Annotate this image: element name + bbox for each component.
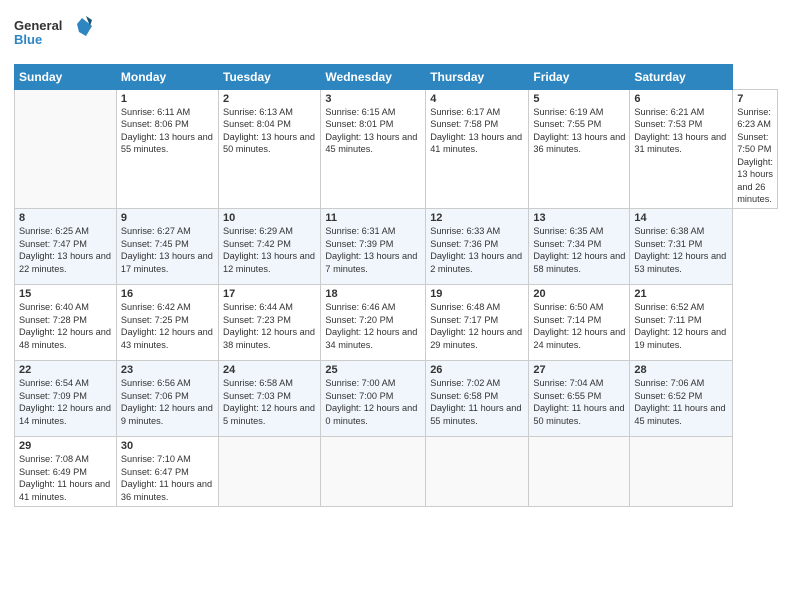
day-cell-17: 17Sunrise: 6:44 AMSunset: 7:23 PMDayligh… [219, 285, 321, 361]
calendar-header-row: SundayMondayTuesdayWednesdayThursdayFrid… [15, 65, 778, 90]
day-cell-30: 30Sunrise: 7:10 AMSunset: 6:47 PMDayligh… [116, 437, 218, 507]
day-cell-27: 27Sunrise: 7:04 AMSunset: 6:55 PMDayligh… [529, 361, 630, 437]
col-header-sunday: Sunday [15, 65, 117, 90]
col-header-monday: Monday [116, 65, 218, 90]
empty-cell [219, 437, 321, 507]
logo: General Blue [14, 14, 94, 56]
col-header-tuesday: Tuesday [219, 65, 321, 90]
day-cell-9: 9Sunrise: 6:27 AMSunset: 7:45 PMDaylight… [116, 209, 218, 285]
col-header-wednesday: Wednesday [321, 65, 426, 90]
logo-svg: General Blue [14, 14, 94, 56]
day-cell-2: 2Sunrise: 6:13 AMSunset: 8:04 PMDaylight… [219, 90, 321, 209]
day-cell-1: 1Sunrise: 6:11 AMSunset: 8:06 PMDaylight… [116, 90, 218, 209]
day-cell-21: 21Sunrise: 6:52 AMSunset: 7:11 PMDayligh… [630, 285, 733, 361]
empty-cell [15, 90, 117, 209]
empty-cell [321, 437, 426, 507]
day-cell-11: 11Sunrise: 6:31 AMSunset: 7:39 PMDayligh… [321, 209, 426, 285]
col-header-friday: Friday [529, 65, 630, 90]
day-cell-14: 14Sunrise: 6:38 AMSunset: 7:31 PMDayligh… [630, 209, 733, 285]
day-cell-18: 18Sunrise: 6:46 AMSunset: 7:20 PMDayligh… [321, 285, 426, 361]
day-cell-4: 4Sunrise: 6:17 AMSunset: 7:58 PMDaylight… [426, 90, 529, 209]
day-cell-20: 20Sunrise: 6:50 AMSunset: 7:14 PMDayligh… [529, 285, 630, 361]
day-cell-8: 8Sunrise: 6:25 AMSunset: 7:47 PMDaylight… [15, 209, 117, 285]
day-cell-12: 12Sunrise: 6:33 AMSunset: 7:36 PMDayligh… [426, 209, 529, 285]
col-header-thursday: Thursday [426, 65, 529, 90]
day-cell-25: 25Sunrise: 7:00 AMSunset: 7:00 PMDayligh… [321, 361, 426, 437]
day-cell-16: 16Sunrise: 6:42 AMSunset: 7:25 PMDayligh… [116, 285, 218, 361]
day-cell-26: 26Sunrise: 7:02 AMSunset: 6:58 PMDayligh… [426, 361, 529, 437]
svg-text:Blue: Blue [14, 32, 42, 47]
day-cell-13: 13Sunrise: 6:35 AMSunset: 7:34 PMDayligh… [529, 209, 630, 285]
empty-cell [426, 437, 529, 507]
header: General Blue [14, 10, 778, 56]
day-cell-28: 28Sunrise: 7:06 AMSunset: 6:52 PMDayligh… [630, 361, 733, 437]
empty-cell [529, 437, 630, 507]
day-cell-22: 22Sunrise: 6:54 AMSunset: 7:09 PMDayligh… [15, 361, 117, 437]
day-cell-6: 6Sunrise: 6:21 AMSunset: 7:53 PMDaylight… [630, 90, 733, 209]
day-cell-29: 29Sunrise: 7:08 AMSunset: 6:49 PMDayligh… [15, 437, 117, 507]
empty-cell [630, 437, 733, 507]
page: General Blue SundayMondayTuesdayWednesda… [0, 0, 792, 612]
day-cell-5: 5Sunrise: 6:19 AMSunset: 7:55 PMDaylight… [529, 90, 630, 209]
day-cell-24: 24Sunrise: 6:58 AMSunset: 7:03 PMDayligh… [219, 361, 321, 437]
svg-text:General: General [14, 18, 62, 33]
calendar-table: SundayMondayTuesdayWednesdayThursdayFrid… [14, 64, 778, 507]
day-cell-23: 23Sunrise: 6:56 AMSunset: 7:06 PMDayligh… [116, 361, 218, 437]
day-cell-3: 3Sunrise: 6:15 AMSunset: 8:01 PMDaylight… [321, 90, 426, 209]
day-cell-7: 7Sunrise: 6:23 AMSunset: 7:50 PMDaylight… [733, 90, 778, 209]
col-header-saturday: Saturday [630, 65, 733, 90]
day-cell-19: 19Sunrise: 6:48 AMSunset: 7:17 PMDayligh… [426, 285, 529, 361]
day-cell-10: 10Sunrise: 6:29 AMSunset: 7:42 PMDayligh… [219, 209, 321, 285]
day-cell-15: 15Sunrise: 6:40 AMSunset: 7:28 PMDayligh… [15, 285, 117, 361]
